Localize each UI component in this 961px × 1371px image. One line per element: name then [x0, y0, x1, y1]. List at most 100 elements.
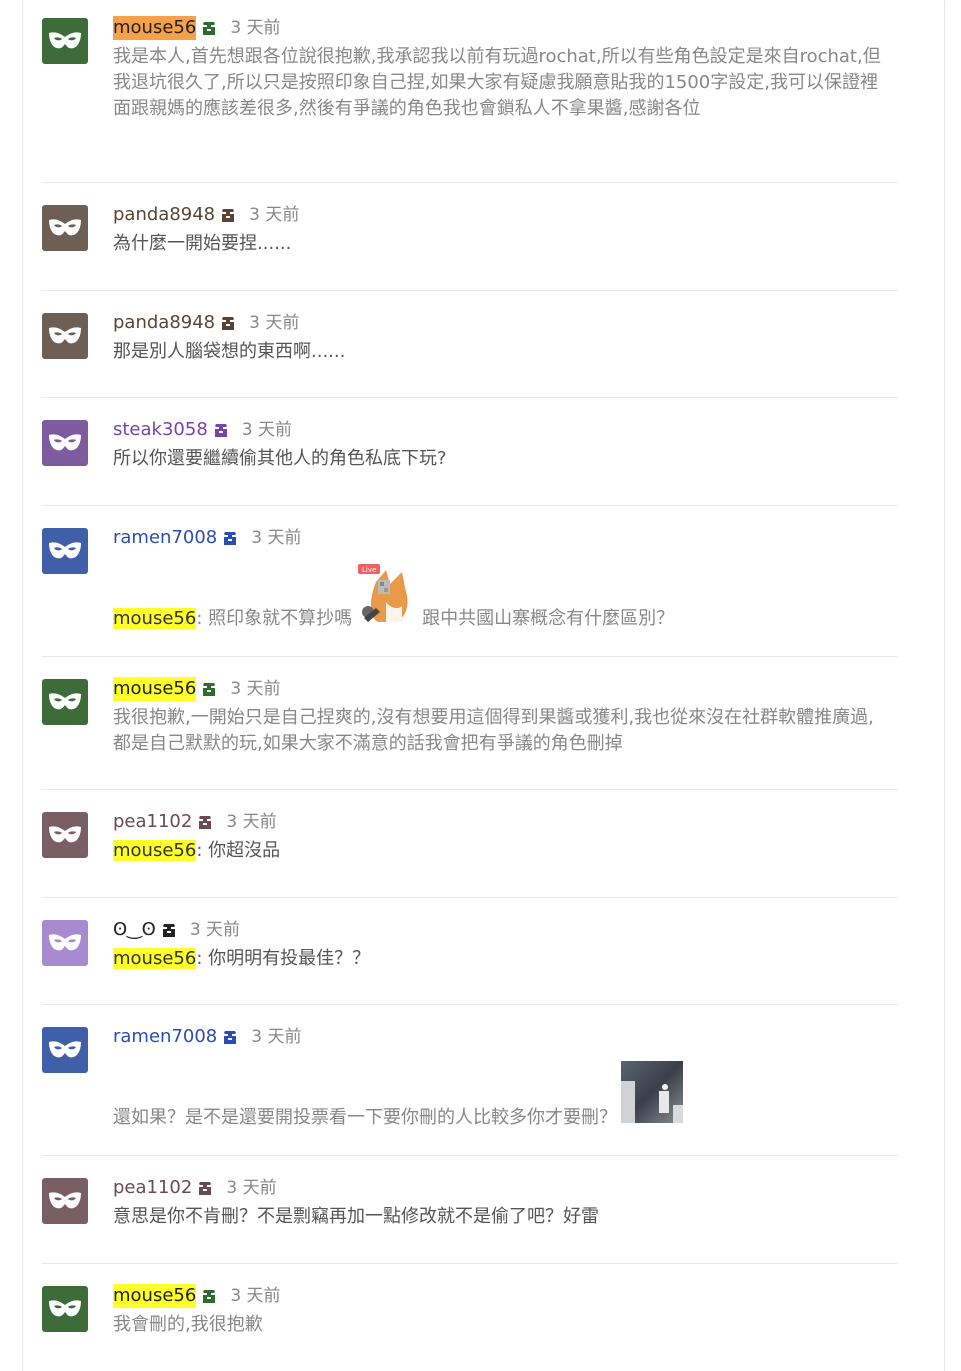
avatar[interactable]	[42, 528, 88, 574]
mention-link[interactable]: mouse56	[113, 948, 197, 969]
comment-time: 3 天前	[230, 679, 281, 699]
mask-icon	[49, 826, 81, 843]
comment-body: 還如果？是不是還要開投票看一下要你刪的人比較多你才要刪？	[113, 1107, 617, 1128]
comment-meta: pea1102 3 天前	[113, 1176, 888, 1200]
comment-text: mouse56: 照印象就不算抄嗎 Live 跟中共國山寨概念有什麼區別？	[113, 562, 888, 632]
comment-meta: mouse56 3 天前	[113, 1284, 888, 1308]
comment-item: steak3058 3 天前 所以你還要繼續偷其他人的角色私底下玩?	[42, 398, 898, 506]
comment-item: mouse56 3 天前 我是本人,首先想跟各位說很抱歉,我承認我以前有玩過ro…	[42, 0, 898, 183]
avatar[interactable]	[42, 313, 88, 359]
comment-text: 意思是你不肯刪？不是剽竊再加一點修改就不是偷了吧？好雷	[113, 1206, 599, 1227]
comment-item: mouse56 3 天前 我會刪的,我很抱歉	[42, 1264, 898, 1371]
avatar[interactable]	[42, 812, 88, 858]
user-badge-icon	[199, 1182, 212, 1195]
author-link[interactable]: mouse56	[113, 16, 197, 40]
comment-text: 我很抱歉,一開始只是自己捏爽的,沒有想要用這個得到果醬或獲利,我也從來沒在社群軟…	[113, 707, 874, 754]
mention-colon: :	[196, 840, 209, 861]
comment-meta: panda8948 3 天前	[113, 203, 888, 227]
comment-item: pea1102 3 天前 mouse56: 你超沒品	[42, 790, 898, 898]
author-link[interactable]: pea1102	[113, 1176, 192, 1200]
mask-icon	[49, 542, 81, 559]
comment-time: 3 天前	[230, 1286, 281, 1306]
comment-meta: ramen7008 3 天前	[113, 526, 888, 550]
user-badge-icon	[203, 1290, 216, 1303]
comment-time: 3 天前	[249, 205, 300, 225]
comment-time: 3 天前	[226, 1178, 277, 1198]
user-badge-icon	[222, 209, 235, 222]
comment-meta: panda8948 3 天前	[113, 311, 888, 335]
comment-body: 你明明有投最佳？？	[208, 948, 371, 969]
comment-text: 我是本人,首先想跟各位說很抱歉,我承認我以前有玩過rochat,所以有些角色設定…	[113, 46, 881, 119]
mask-icon	[49, 1192, 81, 1209]
comment-time: 3 天前	[249, 313, 300, 333]
sticker-image[interactable]: Live	[356, 562, 418, 632]
comment-time: 3 天前	[251, 528, 302, 548]
comment-meta: mouse56 3 天前	[113, 16, 888, 40]
author-link[interactable]: mouse56	[113, 677, 197, 701]
comment-item: ʘ‿ʘ 3 天前 mouse56: 你明明有投最佳？？	[42, 898, 898, 1005]
user-badge-icon	[222, 317, 235, 330]
author-link[interactable]: panda8948	[113, 203, 215, 227]
mask-icon	[49, 1041, 81, 1058]
comment-text: mouse56: 你超沒品	[113, 838, 888, 864]
comment-text: 我會刪的,我很抱歉	[113, 1314, 263, 1335]
comment-text: 為什麼一開始要捏......	[113, 233, 292, 254]
avatar[interactable]	[42, 1286, 88, 1332]
photo-thumbnail-icon	[621, 1061, 683, 1123]
avatar[interactable]	[42, 18, 88, 64]
comment-item: ramen7008 3 天前 還如果？是不是還要開投票看一下要你刪的人比較多你才…	[42, 1005, 898, 1156]
comment-item: panda8948 3 天前 那是別人腦袋想的東西啊......	[42, 291, 898, 398]
text-before-sticker: 照印象就不算抄嗎	[208, 608, 353, 629]
comment-item: panda8948 3 天前 為什麼一開始要捏......	[42, 183, 898, 291]
mask-icon	[49, 434, 81, 451]
avatar[interactable]	[42, 1027, 88, 1073]
user-badge-icon	[203, 683, 216, 696]
user-badge-icon	[214, 424, 227, 437]
comment-meta: steak3058 3 天前	[113, 418, 888, 442]
avatar[interactable]	[42, 1178, 88, 1224]
avatar[interactable]	[42, 420, 88, 466]
user-badge-icon	[162, 924, 175, 937]
mask-icon	[49, 1300, 81, 1317]
comment-text: mouse56: 你明明有投最佳？？	[113, 946, 888, 972]
sticker-live-label: Live	[362, 566, 376, 574]
comment-meta: pea1102 3 天前	[113, 810, 888, 834]
author-link[interactable]: mouse56	[113, 1284, 197, 1308]
avatar[interactable]	[42, 205, 88, 251]
comment-list: mouse56 3 天前 我是本人,首先想跟各位說很抱歉,我承認我以前有玩過ro…	[42, 0, 898, 1371]
comment-item: pea1102 3 天前 意思是你不肯刪？不是剽竊再加一點修改就不是偷了吧？好雷	[42, 1156, 898, 1264]
comment-time: 3 天前	[230, 18, 281, 38]
author-link[interactable]: ʘ‿ʘ	[113, 918, 156, 942]
mention-link[interactable]: mouse56	[113, 608, 197, 629]
mention-link[interactable]: mouse56	[113, 840, 197, 861]
avatar[interactable]	[42, 679, 88, 725]
author-link[interactable]: steak3058	[113, 418, 208, 442]
mention-colon: :	[196, 608, 209, 629]
user-badge-icon	[199, 816, 212, 829]
author-link[interactable]: ramen7008	[113, 1025, 217, 1049]
comment-time: 3 天前	[189, 920, 241, 940]
author-link[interactable]: pea1102	[113, 810, 192, 834]
fox-sticker-icon: Live	[358, 564, 408, 622]
author-link[interactable]: panda8948	[113, 311, 215, 335]
comment-meta: ramen7008 3 天前	[113, 1025, 888, 1049]
user-badge-icon	[224, 1031, 237, 1044]
comment-meta: ʘ‿ʘ 3 天前	[113, 918, 888, 942]
user-badge-icon	[224, 532, 237, 545]
mention-colon: :	[196, 948, 209, 969]
mask-icon	[49, 934, 81, 951]
mask-icon	[49, 219, 81, 236]
comment-time: 3 天前	[241, 420, 293, 440]
comment-meta: mouse56 3 天前	[113, 677, 888, 701]
comment-time: 3 天前	[226, 812, 277, 832]
comment-text: 還如果？是不是還要開投票看一下要你刪的人比較多你才要刪？	[113, 1061, 888, 1131]
author-link[interactable]: ramen7008	[113, 526, 217, 550]
mask-icon	[49, 32, 81, 49]
attached-image[interactable]	[621, 1061, 683, 1131]
comment-item: mouse56 3 天前 我很抱歉,一開始只是自己捏爽的,沒有想要用這個得到果醬…	[42, 657, 898, 790]
comment-item: ramen7008 3 天前 mouse56: 照印象就不算抄嗎 Live 跟中共國…	[42, 506, 898, 657]
avatar[interactable]	[42, 920, 88, 966]
comment-time: 3 天前	[251, 1027, 302, 1047]
comment-body: 你超沒品	[208, 840, 281, 861]
user-badge-icon	[203, 22, 216, 35]
